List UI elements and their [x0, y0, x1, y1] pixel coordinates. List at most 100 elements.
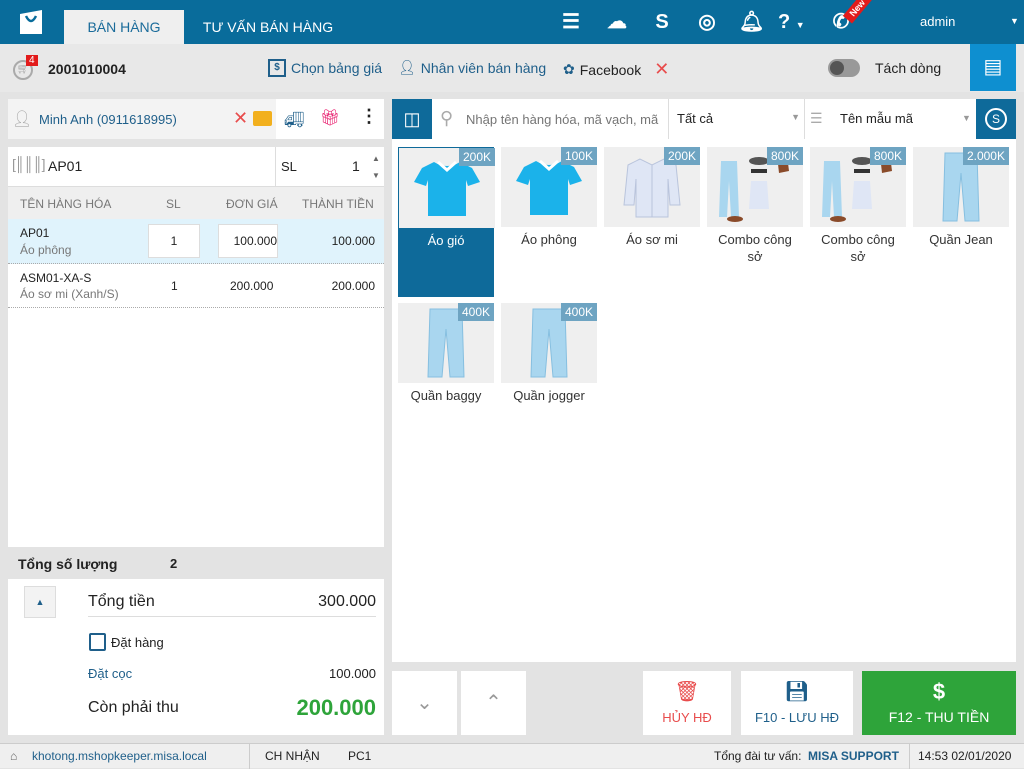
item-price-input[interactable]: 100.000: [218, 224, 278, 258]
deposit-link[interactable]: Đặt cọc: [88, 666, 132, 681]
total-label: Tổng tiền: [88, 593, 155, 610]
swirl-icon[interactable]: ◎: [695, 10, 719, 34]
tab-tu-van-ban-hang[interactable]: TƯ VẤN BÁN HÀNG: [190, 10, 346, 44]
barcode-icon: [║║║]: [12, 156, 46, 172]
gift-icon[interactable]: 🎁︎: [320, 108, 340, 128]
product-tile[interactable]: 800K Combo công sở: [707, 147, 803, 297]
category-select[interactable]: Tất cả ▼: [668, 99, 805, 139]
col-price: ĐƠN GIÁ: [226, 197, 278, 211]
view-mode-button[interactable]: ◫: [392, 99, 432, 139]
product-tile[interactable]: 2.000K Quần Jean: [913, 147, 1009, 297]
app-logo-icon: [16, 8, 46, 36]
item-price: 200.000: [230, 279, 274, 293]
total-qty-label: Tổng số lượng: [18, 556, 118, 572]
scroll-down-button[interactable]: ⌄: [392, 671, 457, 735]
app-header: BÁN HÀNG TƯ VẤN BÁN HÀNG ☰ ☁ S ◎ 🔔︎ ? ▼ …: [0, 0, 1024, 44]
price-badge: 400K: [457, 303, 494, 321]
save-label: F10 - LƯU HĐ: [754, 710, 840, 725]
product-name: Áo phông: [521, 232, 577, 247]
price-badge: 100K: [560, 147, 597, 165]
host-link[interactable]: khotong.mshopkeeper.misa.local: [32, 744, 207, 769]
remove-customer-icon[interactable]: ✕: [233, 108, 248, 129]
qty-input[interactable]: 1: [352, 158, 360, 174]
item-name: Áo phông: [20, 243, 72, 257]
cart-row[interactable]: AP01 Áo phông 1 100.000 100.000: [8, 219, 384, 264]
item-code: ASM01-XA-S: [20, 271, 92, 285]
scroll-up-button[interactable]: ⌃: [461, 671, 526, 735]
total-amount: 300.000: [318, 593, 376, 610]
product-image: 800K: [810, 147, 906, 227]
user-dropdown-icon[interactable]: ▼: [1010, 16, 1019, 26]
customer-card-icon[interactable]: [253, 111, 272, 126]
split-line-toggle[interactable]: [828, 59, 860, 77]
delivery-truck-icon[interactable]: 🚚︎: [284, 110, 304, 130]
col-qty: SL: [166, 197, 181, 211]
product-tile[interactable]: 400K Quần jogger: [501, 303, 597, 453]
price-badge: 200K: [458, 148, 495, 166]
chevron-down-icon: ▼: [962, 113, 971, 123]
divider: [275, 147, 276, 186]
item-qty-input[interactable]: 1: [148, 224, 200, 258]
col-total: THÀNH TIỀN: [302, 197, 374, 211]
sort-select[interactable]: Tên mẫu mã: [840, 111, 913, 126]
product-name: Quần jogger: [513, 388, 585, 403]
branch: CH NHẬN: [265, 749, 320, 763]
pay-label: F12 - THU TIỀN: [888, 709, 990, 725]
product-image: 400K: [398, 303, 494, 383]
cloud-sync-icon[interactable]: ☁: [605, 10, 629, 34]
support-link[interactable]: MISA SUPPORT: [808, 744, 899, 769]
qty-stepper[interactable]: ▲ ▼: [372, 150, 380, 184]
price-badge: 400K: [560, 303, 597, 321]
scan-input[interactable]: AP01: [48, 158, 82, 174]
price-badge: 800K: [869, 147, 906, 165]
search-input[interactable]: [466, 105, 666, 133]
staff-icon: 👤︎: [398, 59, 416, 75]
staff-label: Nhân viên bán hàng: [420, 59, 547, 76]
price-badge: 200K: [663, 147, 700, 165]
item-total: 100.000: [331, 234, 375, 248]
side-panel-button[interactable]: ▤: [970, 44, 1016, 91]
product-tile[interactable]: 800K Combo công sở: [810, 147, 906, 297]
menu-icon[interactable]: ☰: [559, 10, 583, 34]
save-icon: 💾︎: [784, 681, 810, 703]
remove-channel-icon[interactable]: ✕: [654, 59, 669, 80]
user-menu[interactable]: admin: [920, 14, 955, 29]
new-badge: New: [842, 0, 872, 24]
staff-button[interactable]: 👤︎ Nhân viên bán hàng: [398, 59, 546, 76]
s-coin-icon[interactable]: S: [650, 10, 674, 34]
product-image: 200K: [399, 148, 495, 228]
cancel-label: HỦY HĐ: [662, 710, 712, 725]
divider: [909, 744, 910, 769]
cart-row[interactable]: ASM01-XA-S Áo sơ mi (Xanh/S) 1 200.000 2…: [8, 264, 384, 308]
sort-icon: ☰: [810, 110, 823, 126]
invoice-number[interactable]: 2001010004: [48, 61, 126, 77]
qty-label: SL: [281, 159, 297, 174]
pay-button[interactable]: $ F12 - THU TIỀN: [862, 671, 1016, 735]
product-name: Combo công sở: [718, 232, 792, 264]
collapse-summary-button[interactable]: ▲: [24, 586, 56, 618]
bell-icon[interactable]: 🔔︎: [739, 10, 764, 34]
deposit-amount: 100.000: [329, 666, 376, 681]
cart-table-header: TÊN HÀNG HÓA SL ĐƠN GIÁ THÀNH TIỀN: [8, 186, 384, 219]
product-name: Áo sơ mi: [626, 232, 678, 247]
divider: [249, 744, 250, 769]
save-invoice-button[interactable]: 💾︎ F10 - LƯU HĐ: [741, 671, 853, 735]
pc-name: PC1: [348, 749, 372, 763]
item-code: AP01: [20, 226, 50, 240]
price-mode-button[interactable]: S: [976, 99, 1016, 139]
order-checkbox[interactable]: [89, 633, 106, 651]
facebook-channel[interactable]: ✿ Facebook ✕: [563, 59, 669, 80]
product-tile[interactable]: 100K Áo phông: [501, 147, 597, 297]
product-tile[interactable]: 200K Áo sơ mi: [604, 147, 700, 297]
product-tile[interactable]: 200K Áo gió: [398, 147, 495, 297]
home-icon: ⌂: [10, 749, 18, 763]
cancel-invoice-button[interactable]: 🗑︎ HỦY HĐ: [643, 671, 731, 735]
tab-ban-hang[interactable]: BÁN HÀNG: [64, 10, 184, 44]
price-list-button[interactable]: $ Chọn bảng giá: [268, 59, 382, 77]
product-tile[interactable]: 400K Quần baggy: [398, 303, 494, 453]
item-qty: 1: [171, 279, 178, 293]
customer-name[interactable]: Minh Anh (0911618995): [39, 112, 177, 127]
more-options-icon[interactable]: ⋮: [360, 106, 378, 127]
help-icon[interactable]: ? ▼: [778, 10, 818, 34]
due-amount: 200.000: [296, 695, 376, 720]
